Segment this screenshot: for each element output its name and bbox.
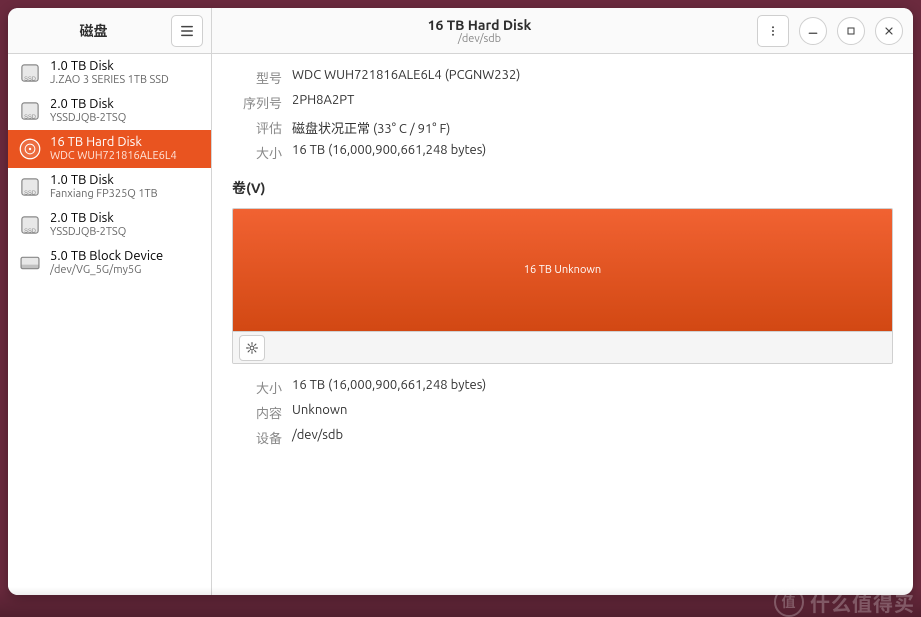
svg-text:SSD: SSD bbox=[24, 228, 36, 234]
hamburger-icon bbox=[180, 24, 194, 38]
titlebar-right bbox=[747, 8, 913, 53]
value-vol-size: 16 TB (16,000,900,661,248 bytes) bbox=[292, 378, 893, 397]
gear-icon bbox=[245, 341, 259, 355]
watermark-text: 什么值得买 bbox=[810, 588, 915, 617]
volume-settings-button[interactable] bbox=[239, 335, 265, 361]
volume-info-table: 大小 16 TB (16,000,900,661,248 bytes) 内容 U… bbox=[232, 378, 893, 447]
disk-item-name: 2.0 TB Disk bbox=[50, 96, 126, 112]
content-area: SSD 1.0 TB Disk J.ZAO 3 SERIES 1TB SSD S… bbox=[8, 54, 913, 595]
value-vol-contents: Unknown bbox=[292, 403, 893, 422]
close-icon bbox=[883, 25, 895, 37]
sidebar-disk-item[interactable]: 5.0 TB Block Device /dev/VG_5G/my5G bbox=[8, 244, 211, 282]
disk-menu-button[interactable] bbox=[757, 15, 789, 47]
watermark: 值 什么值得买 bbox=[774, 587, 915, 617]
minimize-button[interactable] bbox=[799, 17, 827, 45]
sidebar-disk-item[interactable]: SSD 1.0 TB Disk J.ZAO 3 SERIES 1TB SSD bbox=[8, 54, 211, 92]
label-assessment: 评估 bbox=[232, 118, 282, 137]
disk-item-model: J.ZAO 3 SERIES 1TB SSD bbox=[50, 74, 169, 88]
maximize-button[interactable] bbox=[837, 17, 865, 45]
sidebar-disk-item[interactable]: SSD 2.0 TB Disk YSSDJQB-2TSQ bbox=[8, 92, 211, 130]
sidebar-disk-item[interactable]: SSD 1.0 TB Disk Fanxiang FP325Q 1TB bbox=[8, 168, 211, 206]
selected-disk-title: 16 TB Hard Disk bbox=[428, 17, 532, 33]
maximize-icon bbox=[845, 25, 857, 37]
block-icon bbox=[16, 249, 44, 277]
sidebar-disk-item[interactable]: 16 TB Hard Disk WDC WUH721816ALE6L4 bbox=[8, 130, 211, 168]
volume-partition-label: 16 TB Unknown bbox=[524, 264, 601, 276]
ssd-icon: SSD bbox=[16, 59, 44, 87]
label-vol-size: 大小 bbox=[232, 378, 282, 397]
disk-item-name: 2.0 TB Disk bbox=[50, 210, 126, 226]
label-size: 大小 bbox=[232, 143, 282, 162]
disk-item-name: 1.0 TB Disk bbox=[50, 172, 158, 188]
value-model: WDC WUH721816ALE6L4 (PCGNW232) bbox=[292, 68, 893, 87]
app-title: 磁盘 bbox=[68, 21, 120, 41]
selected-disk-path: /dev/sdb bbox=[458, 33, 501, 45]
hamburger-menu-button[interactable] bbox=[171, 15, 203, 47]
disk-item-model: YSSDJQB-2TSQ bbox=[50, 112, 126, 126]
kebab-icon bbox=[767, 25, 779, 37]
volume-partition[interactable]: 16 TB Unknown bbox=[233, 209, 892, 331]
watermark-badge: 值 bbox=[774, 587, 804, 617]
ssd-icon: SSD bbox=[16, 173, 44, 201]
disk-item-model: Fanxiang FP325Q 1TB bbox=[50, 188, 158, 202]
disk-item-name: 5.0 TB Block Device bbox=[50, 248, 163, 264]
disk-item-name: 1.0 TB Disk bbox=[50, 58, 169, 74]
disk-item-model: WDC WUH721816ALE6L4 bbox=[50, 150, 177, 164]
hdd-icon bbox=[16, 135, 44, 163]
label-vol-device: 设备 bbox=[232, 428, 282, 447]
svg-text:SSD: SSD bbox=[24, 76, 36, 82]
label-serial: 序列号 bbox=[232, 93, 282, 112]
disk-sidebar: SSD 1.0 TB Disk J.ZAO 3 SERIES 1TB SSD S… bbox=[8, 54, 212, 595]
titlebar: 磁盘 16 TB Hard Disk /dev/sdb bbox=[8, 8, 913, 54]
svg-text:SSD: SSD bbox=[24, 114, 36, 120]
value-size: 16 TB (16,000,900,661,248 bytes) bbox=[292, 143, 893, 162]
volume-box: 16 TB Unknown bbox=[232, 208, 893, 364]
app-window: 磁盘 16 TB Hard Disk /dev/sdb bbox=[8, 8, 913, 595]
disk-item-model: YSSDJQB-2TSQ bbox=[50, 226, 126, 240]
label-vol-contents: 内容 bbox=[232, 403, 282, 422]
value-serial: 2PH8A2PT bbox=[292, 93, 893, 112]
volume-toolbar bbox=[233, 331, 892, 363]
disk-item-name: 16 TB Hard Disk bbox=[50, 134, 177, 150]
volumes-section-title: 卷(V) bbox=[232, 178, 893, 198]
value-vol-device: /dev/sdb bbox=[292, 428, 893, 447]
close-button[interactable] bbox=[875, 17, 903, 45]
ssd-icon: SSD bbox=[16, 211, 44, 239]
svg-text:SSD: SSD bbox=[24, 190, 36, 196]
disk-info-table: 型号 WDC WUH721816ALE6L4 (PCGNW232) 序列号 2P… bbox=[232, 68, 893, 162]
disk-details-pane: 型号 WDC WUH721816ALE6L4 (PCGNW232) 序列号 2P… bbox=[212, 54, 913, 595]
label-model: 型号 bbox=[232, 68, 282, 87]
titlebar-sidebar-header: 磁盘 bbox=[8, 8, 212, 53]
titlebar-center: 16 TB Hard Disk /dev/sdb bbox=[212, 8, 747, 53]
ssd-icon: SSD bbox=[16, 97, 44, 125]
minimize-icon bbox=[807, 25, 819, 37]
sidebar-disk-item[interactable]: SSD 2.0 TB Disk YSSDJQB-2TSQ bbox=[8, 206, 211, 244]
disk-item-model: /dev/VG_5G/my5G bbox=[50, 264, 163, 278]
value-assessment: 磁盘状况正常 (33° C / 91° F) bbox=[292, 118, 893, 137]
